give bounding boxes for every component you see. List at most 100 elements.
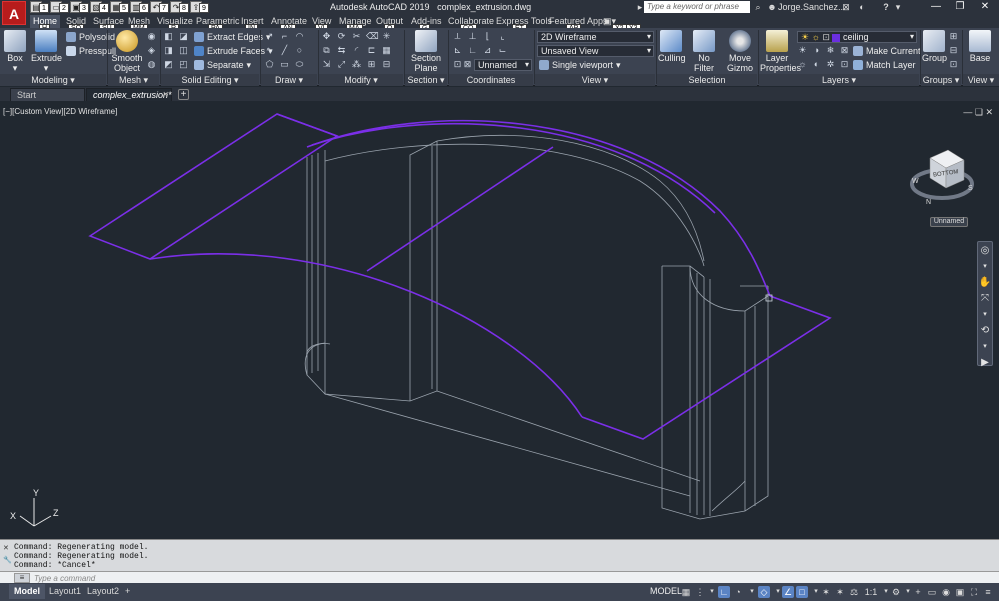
recent-commands-icon[interactable]: ≡: [14, 573, 30, 583]
ucs-menu-button[interactable]: Unnamed: [930, 217, 968, 227]
object-snap-tracking-icon[interactable]: ∠: [782, 586, 794, 598]
view2-group-label[interactable]: View ▾: [963, 74, 999, 86]
close-button[interactable]: ✕: [973, 0, 997, 14]
polar-dropdown-icon[interactable]: ▾: [746, 586, 758, 598]
ucs-origin-icon[interactable]: ⌊: [482, 31, 493, 42]
model-space-button[interactable]: MODEL: [650, 586, 682, 596]
customization-icon[interactable]: ≡: [982, 586, 994, 598]
fillet-edge-icon[interactable]: ◰: [178, 59, 189, 70]
groups-group-label[interactable]: Groups ▾: [921, 74, 961, 86]
solid-editing-group-label[interactable]: Solid Editing ▾: [161, 74, 259, 86]
search-icon[interactable]: ⌕: [752, 1, 764, 13]
user-sign-in[interactable]: Jorge.Sanchez...: [778, 2, 846, 12]
join-icon[interactable]: ⊟: [381, 59, 392, 70]
orbit-icon[interactable]: ⟲: [978, 324, 992, 338]
zoom-dropdown-icon[interactable]: ▾: [978, 308, 992, 322]
fillet-icon[interactable]: ◜: [351, 45, 362, 56]
base-view-button[interactable]: Base: [966, 30, 994, 63]
annotation-monitor-icon[interactable]: +: [912, 586, 924, 598]
ucs-object-icon[interactable]: ⊠: [462, 59, 473, 70]
tab-layout1[interactable]: Layout1: [44, 584, 86, 599]
user-icon[interactable]: ☻: [766, 1, 778, 13]
layer-properties-button[interactable]: Layer Properties: [760, 30, 801, 73]
new-drawing-tab-button[interactable]: +: [178, 89, 189, 100]
separate-button[interactable]: Separate ▾: [194, 59, 251, 71]
make-current-button[interactable]: Make Current: [853, 45, 921, 57]
section-group-label[interactable]: Section ▾: [405, 74, 447, 86]
align-icon[interactable]: ⊞: [366, 59, 377, 70]
circle-icon[interactable]: ○: [294, 45, 305, 56]
culling-button[interactable]: Culling: [658, 30, 686, 63]
slice-icon[interactable]: ◪: [178, 31, 189, 42]
graphics-performance-icon[interactable]: ▣: [954, 586, 966, 598]
search-input[interactable]: Type a keyword or phrase: [644, 1, 750, 13]
smooth-object-button[interactable]: Smooth Object: [110, 30, 144, 73]
box-button[interactable]: Box ▾: [3, 30, 27, 73]
showmotion-icon[interactable]: ▶: [978, 356, 992, 370]
ellipse-icon[interactable]: ⬭: [294, 59, 305, 70]
union-icon[interactable]: ◧: [163, 31, 174, 42]
layer-off-icon[interactable]: ☀: [797, 45, 808, 56]
ucs-x-icon[interactable]: ⊾: [452, 45, 463, 56]
add-layout-button[interactable]: +: [120, 584, 135, 599]
workspace-gear-icon[interactable]: ⚙: [890, 586, 902, 598]
ucs-y-icon[interactable]: ∟: [467, 45, 478, 56]
move-icon[interactable]: ✥: [321, 31, 332, 42]
arc-icon[interactable]: ◠: [294, 31, 305, 42]
stretch-icon[interactable]: ⇲: [321, 59, 332, 70]
ucs-view-icon[interactable]: ⌙: [497, 45, 508, 56]
spline-icon[interactable]: ∿: [264, 45, 275, 56]
units-icon[interactable]: ▭: [926, 586, 938, 598]
mesh-tool-icon[interactable]: ◍: [146, 59, 157, 70]
ortho-icon[interactable]: ∟: [718, 586, 730, 598]
snap-dropdown-icon[interactable]: ▾: [706, 586, 718, 598]
mesh-group-label[interactable]: Mesh ▾: [108, 74, 159, 86]
steering-wheel-icon[interactable]: ◎: [978, 244, 992, 258]
match-layer-button[interactable]: Match Layer: [853, 59, 916, 71]
layer-isolate-icon[interactable]: ◑: [811, 45, 822, 56]
drawing-canvas[interactable]: [0, 101, 999, 539]
intersect-icon[interactable]: ◩: [163, 59, 174, 70]
zoom-extents-icon[interactable]: ⤧: [978, 292, 992, 306]
ucs-icon[interactable]: ⟂: [452, 31, 463, 42]
help-dropdown-icon[interactable]: ▾: [894, 1, 902, 13]
scale-icon[interactable]: ⤢: [336, 59, 347, 70]
exchange-apps-icon[interactable]: ⊠: [840, 1, 852, 13]
ucs-3point-icon[interactable]: ⌞: [497, 31, 508, 42]
trim-icon[interactable]: ✂: [351, 31, 362, 42]
layer-unisolate-icon[interactable]: ◐: [811, 59, 822, 70]
named-ucs-dropdown[interactable]: Unnamed: [474, 59, 532, 71]
tab-layout2[interactable]: Layout2: [82, 584, 124, 599]
layer-thaw-tool-icon[interactable]: ✲: [825, 59, 836, 70]
isodraft-icon[interactable]: ◇: [758, 586, 770, 598]
tab-complex-extrusion[interactable]: complex_extrusion* ✕: [86, 88, 172, 101]
offset-icon[interactable]: ⊏: [366, 45, 377, 56]
restore-button[interactable]: ❐: [948, 0, 972, 14]
ucs-z-icon[interactable]: ⊿: [482, 45, 493, 56]
layer-on-tool-icon[interactable]: ☼: [797, 59, 808, 70]
drawing-viewport[interactable]: [−][Custom View][2D Wireframe] — ❏ ✕ BOT…: [0, 101, 999, 539]
stay-connected-icon[interactable]: ◐: [856, 1, 868, 13]
viewport-config-button[interactable]: Single viewport ▾: [539, 59, 621, 71]
orbit-dropdown-icon[interactable]: ▾: [978, 340, 992, 354]
construction-line-icon[interactable]: ╱: [279, 45, 290, 56]
layer-lock-tool-icon[interactable]: ⊠: [839, 45, 850, 56]
group-edit-icon[interactable]: ⊟: [948, 45, 959, 56]
modify-group-label[interactable]: Modify ▾: [319, 74, 403, 86]
annotation-visibility-icon[interactable]: ✶: [820, 586, 832, 598]
section-plane-button[interactable]: Section Plane: [409, 30, 443, 73]
selection-group-label[interactable]: Selection: [657, 74, 757, 86]
copy-icon[interactable]: ⧉: [321, 45, 332, 56]
polar-icon[interactable]: ◔: [732, 586, 744, 598]
modeling-group-label[interactable]: Modeling ▾: [0, 74, 106, 86]
ucs-world-icon[interactable]: ⊥: [467, 31, 478, 42]
subtract-icon[interactable]: ◨: [163, 45, 174, 56]
mesh-tool-icon[interactable]: ◈: [146, 45, 157, 56]
layer-freeze-icon[interactable]: ❄: [825, 45, 836, 56]
pan-icon[interactable]: ✋: [978, 276, 992, 290]
erase-icon[interactable]: ⌫: [366, 31, 379, 42]
move-gizmo-button[interactable]: Move Gizmo: [725, 30, 755, 73]
polyline-icon[interactable]: ⌐: [279, 31, 290, 42]
presspull-button[interactable]: Presspull: [66, 45, 116, 57]
layers-group-label[interactable]: Layers ▾: [759, 74, 919, 86]
